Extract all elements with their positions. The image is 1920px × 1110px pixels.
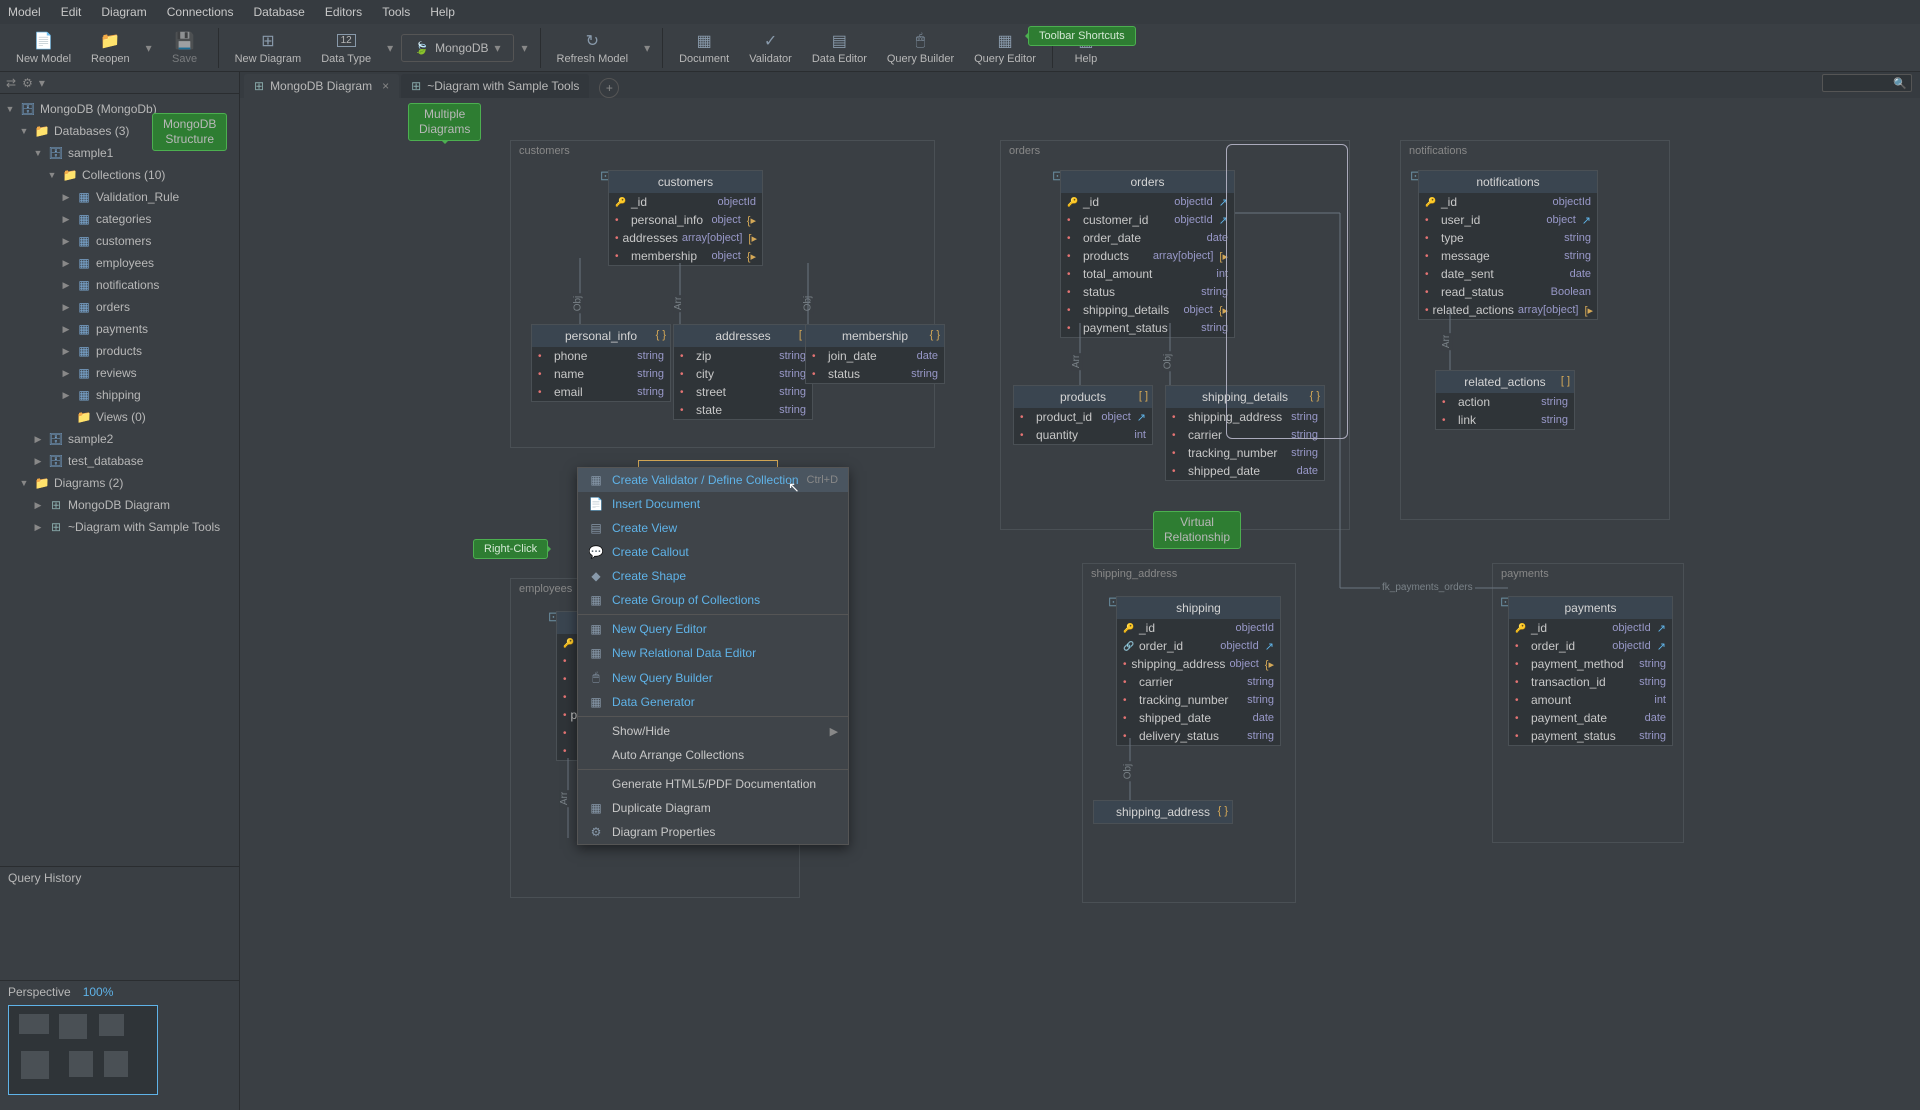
toolbar-validator[interactable]: ✓Validator xyxy=(741,29,800,67)
entity-products[interactable]: products[ ]•product_idobject↗•quantityin… xyxy=(1013,385,1153,445)
toolbar: 📄New Model📁Reopen ▾ 💾Save ⊞New Diagram12Dat… xyxy=(0,24,1920,72)
ctx-new-relational-data-editor[interactable]: ▦New Relational Data Editor xyxy=(578,641,848,665)
menu-database[interactable]: Database xyxy=(253,5,304,19)
perspective-panel: Perspective 100% xyxy=(0,980,239,1110)
menubar: Model Edit Diagram Connections Database … xyxy=(0,0,1920,24)
tab-label: ~Diagram with Sample Tools xyxy=(427,79,579,93)
sidebar-toolbar: ⇄ ⚙ ▾ xyxy=(0,72,239,94)
tab-label: MongoDB Diagram xyxy=(270,79,372,93)
tab-mongodb-diagram[interactable]: ⊞ MongoDB Diagram × xyxy=(244,74,399,98)
tree-collections[interactable]: 📁Collections (10) xyxy=(0,164,239,186)
content: ⊞ MongoDB Diagram × ⊞ ~Diagram with Samp… xyxy=(240,72,1920,1110)
close-icon[interactable]: × xyxy=(382,79,389,93)
toolbar-mongodb-selector[interactable]: 🍃MongoDB▾ xyxy=(401,34,513,62)
entity-membership[interactable]: membership{ }•join_datedate•statusstring xyxy=(805,324,945,384)
sync-icon[interactable]: ⇄ xyxy=(6,76,16,90)
tree-coll-customers[interactable]: ▦customers xyxy=(0,230,239,252)
tree-coll-notifications[interactable]: ▦notifications xyxy=(0,274,239,296)
ctx-create-shape[interactable]: ◆Create Shape xyxy=(578,564,848,588)
search-box[interactable]: 🔍 xyxy=(1822,74,1912,92)
ctx-new-query-builder[interactable]: 🖱New Query Builder xyxy=(578,665,848,690)
entity-shipping[interactable]: shipping🔑_idobjectId🔗order_idobjectId↗•s… xyxy=(1116,596,1281,746)
tree-diag--diagram-with-sample-tools[interactable]: ⊞~Diagram with Sample Tools xyxy=(0,516,239,538)
menu-connections[interactable]: Connections xyxy=(167,5,234,19)
tree-coll-payments[interactable]: ▦payments xyxy=(0,318,239,340)
toolbar-data-editor[interactable]: ▤Data Editor xyxy=(804,29,875,67)
perspective-label: Perspective xyxy=(8,985,71,999)
ctx-diagram-properties[interactable]: ⚙Diagram Properties xyxy=(578,820,848,844)
tree-coll-products[interactable]: ▦products xyxy=(0,340,239,362)
entity-shipping_address[interactable]: shipping_address{ } xyxy=(1093,800,1233,824)
hint-virtual-relationship: Virtual Relationship xyxy=(1153,511,1241,549)
tree-coll-employees[interactable]: ▦employees xyxy=(0,252,239,274)
entity-orders[interactable]: orders🔑_idobjectId↗•customer_idobjectId↗… xyxy=(1060,170,1235,338)
gear-icon[interactable]: ⚙ xyxy=(22,76,33,90)
ctx-insert-document[interactable]: 📄Insert Document xyxy=(578,492,848,516)
toolbar-dropdown[interactable]: ▾ xyxy=(383,41,397,55)
toolbar-new-diagram[interactable]: ⊞New Diagram xyxy=(227,29,310,67)
ctx-create-view[interactable]: ▤Create View xyxy=(578,516,848,540)
ctx-new-query-editor[interactable]: ▦New Query Editor xyxy=(578,617,848,641)
tree-coll-validation_rule[interactable]: ▦Validation_Rule xyxy=(0,186,239,208)
tabbar: ⊞ MongoDB Diagram × ⊞ ~Diagram with Samp… xyxy=(240,72,1920,98)
dropdown-icon[interactable]: ▾ xyxy=(39,76,45,90)
query-history-header[interactable]: Query History xyxy=(0,866,239,890)
tree: 🗄MongoDB (MongoDb)📁Databases (3)🗄sample1… xyxy=(0,94,239,866)
sidebar: ⇄ ⚙ ▾ 🗄MongoDB (MongoDb)📁Databases (3)🗄s… xyxy=(0,72,240,1110)
tree-diag-mongodb-diagram[interactable]: ⊞MongoDB Diagram xyxy=(0,494,239,516)
toolbar-reopen[interactable]: 📁Reopen xyxy=(83,29,138,67)
search-icon: 🔍 xyxy=(1893,77,1907,90)
toolbar-refresh-model[interactable]: ↻Refresh Model xyxy=(549,29,637,67)
ctx-create-callout[interactable]: 💬Create Callout xyxy=(578,540,848,564)
entity-addresses[interactable]: addresses[ ]•zipstring•citystring•street… xyxy=(673,324,813,420)
hint-right-click: Right-Click xyxy=(473,539,548,559)
tree-diagrams[interactable]: 📁Diagrams (2) xyxy=(0,472,239,494)
ctx-duplicate-diagram[interactable]: ▦Duplicate Diagram xyxy=(578,796,848,820)
hint-mongodb-structure: MongoDB Structure xyxy=(152,113,227,151)
tree-coll-categories[interactable]: ▦categories xyxy=(0,208,239,230)
tab-sample-tools[interactable]: ⊞ ~Diagram with Sample Tools xyxy=(401,74,589,98)
toolbar-dropdown[interactable]: ▾ xyxy=(518,41,532,55)
perspective-zoom: 100% xyxy=(83,985,114,999)
ctx-create-validator-define-collection[interactable]: ▦Create Validator / Define CollectionCtr… xyxy=(578,468,848,492)
menu-tools[interactable]: Tools xyxy=(382,5,410,19)
tree-testdb[interactable]: 🗄test_database xyxy=(0,450,239,472)
toolbar-dropdown[interactable]: ▾ xyxy=(142,41,156,55)
tree-coll-shipping[interactable]: ▦shipping xyxy=(0,384,239,406)
perspective-thumbnail[interactable] xyxy=(8,1005,158,1095)
hint-toolbar-shortcuts: Toolbar Shortcuts xyxy=(1028,26,1136,46)
toolbar-data-type[interactable]: 12Data Type xyxy=(313,29,379,67)
menu-edit[interactable]: Edit xyxy=(61,5,82,19)
toolbar-save[interactable]: 💾Save xyxy=(160,29,210,67)
hint-multiple-diagrams: Multiple Diagrams xyxy=(408,103,481,141)
ctx-data-generator[interactable]: ▦Data Generator xyxy=(578,690,848,714)
tab-add-button[interactable]: + xyxy=(599,78,619,98)
tree-views[interactable]: 📁Views (0) xyxy=(0,406,239,428)
tree-sample2[interactable]: 🗄sample2 xyxy=(0,428,239,450)
entity-related_actions[interactable]: related_actions[ ]•actionstring•linkstri… xyxy=(1435,370,1575,430)
tree-coll-reviews[interactable]: ▦reviews xyxy=(0,362,239,384)
toolbar-query-builder[interactable]: 🖱Query Builder xyxy=(879,29,962,67)
ctx-auto-arrange-collections[interactable]: Auto Arrange Collections xyxy=(578,743,848,767)
entity-customers[interactable]: customers🔑_idobjectId•personal_infoobjec… xyxy=(608,170,763,266)
menu-diagram[interactable]: Diagram xyxy=(101,5,146,19)
menu-model[interactable]: Model xyxy=(8,5,41,19)
entity-notifications[interactable]: notifications🔑_idobjectId•user_idobject↗… xyxy=(1418,170,1598,320)
ctx-show-hide[interactable]: Show/Hide▶ xyxy=(578,719,848,743)
diagram-canvas[interactable]: customersordersnotificationsemployeesshi… xyxy=(240,98,1920,1110)
mouse-cursor: ↖ xyxy=(788,479,800,496)
toolbar-document[interactable]: ▦Document xyxy=(671,29,737,67)
ctx-generate-html-pdf-documentation[interactable]: Generate HTML5/PDF Documentation xyxy=(578,772,848,796)
menu-help[interactable]: Help xyxy=(430,5,455,19)
context-menu: ▦Create Validator / Define CollectionCtr… xyxy=(577,467,849,845)
menu-editors[interactable]: Editors xyxy=(325,5,362,19)
toolbar-dropdown[interactable]: ▾ xyxy=(640,41,654,55)
ctx-create-group-of-collections[interactable]: ▦Create Group of Collections xyxy=(578,588,848,612)
entity-personal_info[interactable]: personal_info{ }•phonestring•namestring•… xyxy=(531,324,671,402)
tree-coll-orders[interactable]: ▦orders xyxy=(0,296,239,318)
entity-payments[interactable]: payments🔑_idobjectId↗•order_idobjectId↗•… xyxy=(1508,596,1673,746)
toolbar-new-model[interactable]: 📄New Model xyxy=(8,29,79,67)
